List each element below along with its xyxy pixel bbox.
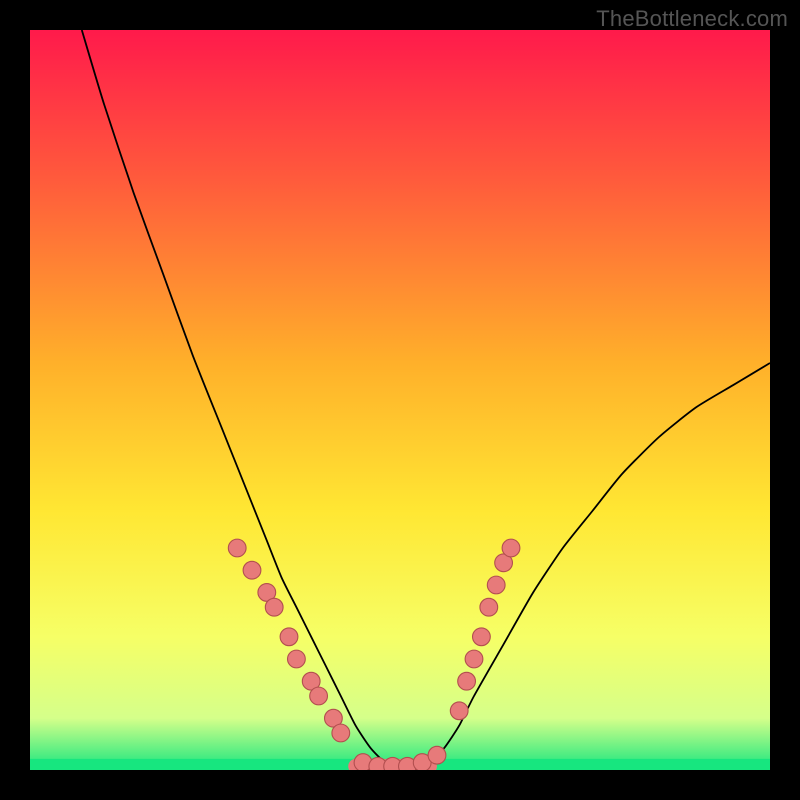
- data-marker: [228, 539, 246, 557]
- data-marker: [288, 650, 306, 668]
- data-marker: [243, 561, 261, 579]
- data-marker: [502, 539, 520, 557]
- data-marker: [465, 650, 483, 668]
- gradient-background: [30, 30, 770, 770]
- data-marker: [428, 746, 446, 764]
- chart-svg: [30, 30, 770, 770]
- data-marker: [450, 702, 468, 720]
- data-marker: [480, 598, 498, 616]
- data-marker: [332, 724, 350, 742]
- data-marker: [310, 687, 328, 705]
- plot-area: [30, 30, 770, 770]
- data-marker: [487, 576, 505, 594]
- chart-frame: TheBottleneck.com: [0, 0, 800, 800]
- data-marker: [265, 598, 283, 616]
- data-marker: [458, 672, 476, 690]
- attribution-label: TheBottleneck.com: [596, 6, 788, 32]
- data-marker: [473, 628, 491, 646]
- data-marker: [280, 628, 298, 646]
